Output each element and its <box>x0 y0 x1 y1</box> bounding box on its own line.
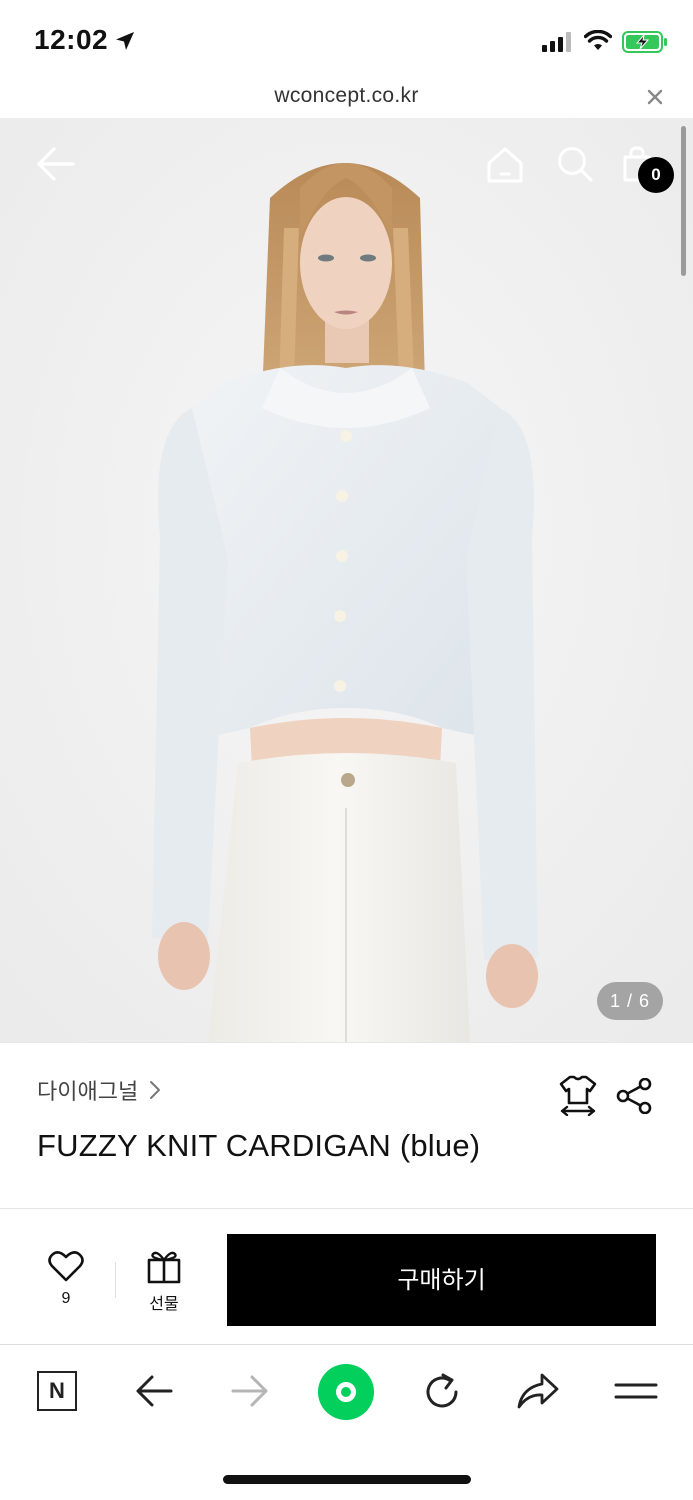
reload-icon[interactable] <box>421 1371 463 1413</box>
gift-icon[interactable] <box>147 1250 181 1284</box>
like-button[interactable]: 9 <box>40 1250 92 1314</box>
search-icon[interactable] <box>556 145 594 183</box>
home-icon[interactable] <box>486 146 524 184</box>
green-dot-button[interactable] <box>318 1364 374 1420</box>
url-text[interactable]: wconcept.co.kr <box>0 84 693 108</box>
share-icon[interactable] <box>615 1078 653 1114</box>
home-indicator[interactable] <box>223 1475 471 1484</box>
back-arrow-icon[interactable] <box>36 146 76 182</box>
location-arrow-icon <box>116 32 134 50</box>
cart-count-badge[interactable]: 0 <box>638 157 674 193</box>
chevron-right-icon[interactable] <box>148 1079 162 1101</box>
divider <box>115 1262 116 1298</box>
status-bar: 12:02 <box>0 0 693 80</box>
product-image[interactable] <box>0 118 693 1042</box>
buy-button[interactable]: 구매하기 <box>227 1234 656 1326</box>
product-title: FUZZY KNIT CARDIGAN (blue) <box>37 1128 481 1163</box>
browser-url-bar[interactable]: wconcept.co.kr <box>0 80 693 118</box>
gift-button[interactable]: 선물 <box>135 1250 193 1316</box>
model-photo-illustration <box>0 118 693 1042</box>
size-guide-icon[interactable] <box>558 1074 598 1116</box>
menu-icon[interactable] <box>614 1377 658 1405</box>
scroll-indicator[interactable] <box>681 126 686 276</box>
close-icon[interactable] <box>644 86 666 108</box>
brand-name[interactable]: 다이애그널 <box>37 1074 138 1106</box>
heart-icon[interactable] <box>48 1250 84 1282</box>
cellular-signal-icon <box>542 32 571 52</box>
share-arrow-icon[interactable] <box>516 1371 560 1413</box>
wifi-icon <box>584 30 612 50</box>
like-count: 9 <box>61 1290 71 1307</box>
divider <box>0 1208 693 1209</box>
browser-back-icon[interactable] <box>134 1373 174 1409</box>
status-time: 12:02 <box>34 24 109 55</box>
gift-label: 선물 <box>149 1296 179 1313</box>
battery-charging-icon <box>622 31 667 53</box>
image-page-counter: 1 / 6 <box>597 982 663 1020</box>
brand-link[interactable]: 다이애그널 <box>37 1074 162 1106</box>
browser-forward-icon[interactable] <box>230 1373 270 1409</box>
browser-toolbar: N <box>0 1345 693 1500</box>
divider <box>0 1042 693 1043</box>
naver-home-button[interactable]: N <box>37 1371 77 1411</box>
green-dot-icon[interactable] <box>336 1382 356 1402</box>
